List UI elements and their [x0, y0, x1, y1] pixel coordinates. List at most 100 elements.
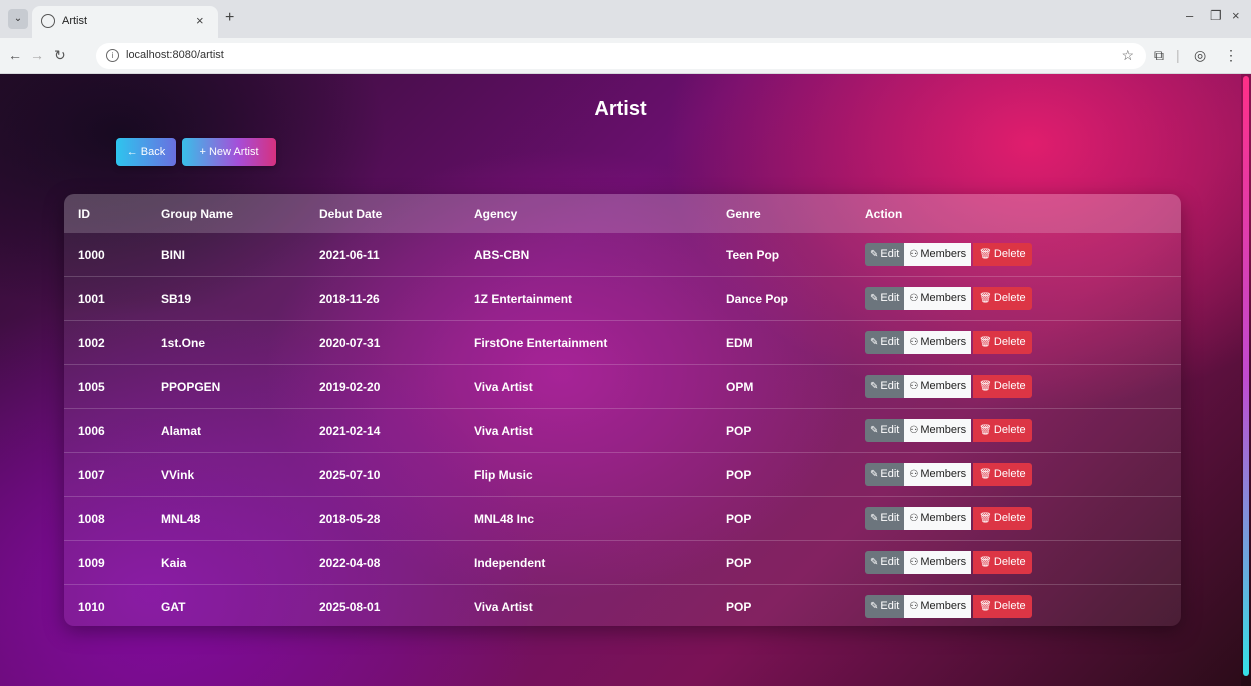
members-button[interactable]: ⚇ Members [904, 419, 972, 442]
browser-tab[interactable]: Artist × [32, 6, 218, 38]
row-actions: ✎ Edit ⚇ Members 🗑 Delete [865, 463, 1032, 486]
members-button[interactable]: ⚇ Members [904, 287, 972, 310]
reload-icon[interactable]: ↻ [54, 47, 66, 64]
edit-label: Edit [880, 292, 900, 304]
cell-genre: EDM [726, 336, 753, 350]
table-row: 1010 GAT 2025-08-01 Viva Artist POP ✎ Edi… [64, 584, 1181, 626]
row-actions: ✎ Edit ⚇ Members 🗑 Delete [865, 375, 1032, 398]
delete-button[interactable]: 🗑 Delete [973, 375, 1032, 398]
restore-icon[interactable]: ❐ [1210, 8, 1222, 24]
cell-genre: Dance Pop [726, 292, 789, 306]
edit-button[interactable]: ✎ Edit [865, 507, 905, 530]
close-tab-icon[interactable]: × [196, 13, 204, 28]
delete-button[interactable]: 🗑 Delete [973, 463, 1032, 486]
row-actions: ✎ Edit ⚇ Members 🗑 Delete [865, 595, 1032, 618]
header-debut-date: Debut Date [319, 207, 383, 221]
bookmark-star-icon[interactable]: ☆ [1121, 47, 1134, 64]
toolbar-divider: | [1176, 47, 1180, 63]
header-group-name: Group Name [161, 207, 234, 221]
delete-button[interactable]: 🗑 Delete [973, 507, 1032, 530]
cell-group-name: VVink [161, 468, 195, 482]
pencil-icon: ✎ [870, 381, 879, 392]
edit-label: Edit [880, 336, 900, 348]
cell-debut-date: 2022-04-08 [319, 556, 381, 570]
people-icon: ⚇ [909, 469, 919, 480]
members-label: Members [920, 512, 967, 524]
browser-tab-bar: ⌄ Artist × + – ❐ × [0, 0, 1251, 38]
cell-agency: Independent [474, 556, 546, 570]
members-button[interactable]: ⚇ Members [904, 507, 972, 530]
people-icon: ⚇ [909, 293, 919, 304]
members-button[interactable]: ⚇ Members [904, 331, 972, 354]
cell-group-name: Kaia [161, 556, 187, 570]
row-actions: ✎ Edit ⚇ Members 🗑 Delete [865, 287, 1032, 310]
header-action: Action [865, 207, 903, 221]
delete-button[interactable]: 🗑 Delete [973, 331, 1032, 354]
back-button[interactable]: ← Back [116, 138, 176, 166]
artist-table: ID Group Name Debut Date Agency Genre Ac… [64, 194, 1181, 626]
cell-agency: FirstOne Entertainment [474, 336, 608, 350]
site-info-icon[interactable]: i [106, 49, 119, 62]
forward-arrow-icon[interactable]: → [30, 47, 44, 63]
edit-button[interactable]: ✎ Edit [865, 551, 905, 574]
delete-button[interactable]: 🗑 Delete [973, 287, 1032, 310]
table-row: 1006 Alamat 2021-02-14 Viva Artist POP ✎… [64, 408, 1181, 452]
members-label: Members [920, 600, 967, 612]
members-label: Members [920, 468, 967, 480]
people-icon: ⚇ [909, 381, 919, 392]
members-button[interactable]: ⚇ Members [904, 243, 972, 266]
members-button[interactable]: ⚇ Members [904, 375, 972, 398]
delete-button[interactable]: 🗑 Delete [973, 551, 1032, 574]
delete-button[interactable]: 🗑 Delete [973, 595, 1032, 618]
delete-button[interactable]: 🗑 Delete [973, 419, 1032, 442]
trash-icon: 🗑 [979, 601, 992, 612]
edit-button[interactable]: ✎ Edit [865, 287, 905, 310]
table-row: 1007 VVink 2025-07-10 Flip Music POP ✎ Ed… [64, 452, 1181, 496]
cell-id: 1005 [78, 380, 105, 394]
profile-icon[interactable]: ◎ [1194, 47, 1206, 64]
members-button[interactable]: ⚇ Members [904, 463, 972, 486]
members-button[interactable]: ⚇ Members [904, 551, 972, 574]
menu-kebab-icon[interactable]: ⋮ [1224, 47, 1238, 64]
cell-genre: Teen Pop [726, 248, 780, 262]
trash-icon: 🗑 [979, 381, 992, 392]
table-row: 1002 1st.One 2020-07-31 FirstOne Enterta… [64, 320, 1181, 364]
edit-label: Edit [880, 556, 900, 568]
edit-label: Edit [880, 380, 900, 392]
minimize-icon[interactable]: – [1186, 8, 1193, 23]
edit-button[interactable]: ✎ Edit [865, 375, 905, 398]
cell-genre: POP [726, 556, 752, 570]
extensions-icon[interactable]: ⧉ [1154, 47, 1164, 64]
tab-search-button[interactable]: ⌄ [8, 9, 28, 29]
back-arrow-icon[interactable]: ← [8, 47, 22, 63]
edit-button[interactable]: ✎ Edit [865, 595, 905, 618]
members-label: Members [920, 336, 967, 348]
trash-icon: 🗑 [979, 469, 992, 480]
edit-label: Edit [880, 248, 900, 260]
cell-genre: POP [726, 600, 752, 614]
omnibox[interactable]: i localhost:8080/artist ☆ [96, 43, 1146, 69]
new-artist-button[interactable]: + New Artist [182, 138, 276, 166]
cell-debut-date: 2020-07-31 [319, 336, 381, 350]
edit-button[interactable]: ✎ Edit [865, 243, 905, 266]
scrollbar-thumb[interactable] [1243, 76, 1249, 676]
close-window-icon[interactable]: × [1232, 8, 1240, 23]
trash-icon: 🗑 [979, 249, 992, 260]
row-actions: ✎ Edit ⚇ Members 🗑 Delete [865, 331, 1032, 354]
cell-group-name: Alamat [161, 424, 202, 438]
delete-button[interactable]: 🗑 Delete [973, 243, 1032, 266]
cell-group-name: MNL48 [161, 512, 201, 526]
edit-button[interactable]: ✎ Edit [865, 331, 905, 354]
url-text[interactable]: localhost:8080/artist [126, 49, 224, 61]
members-label: Members [920, 556, 967, 568]
arrow-left-icon: ← [126, 146, 141, 158]
header-genre: Genre [726, 207, 761, 221]
page-scrollbar[interactable] [1241, 74, 1251, 686]
members-button[interactable]: ⚇ Members [904, 595, 972, 618]
trash-icon: 🗑 [979, 425, 992, 436]
page-content: Artist ← Back + New Artist ID Group Name… [0, 74, 1251, 686]
new-tab-icon[interactable]: + [225, 9, 234, 27]
cell-id: 1010 [78, 600, 105, 614]
edit-button[interactable]: ✎ Edit [865, 419, 905, 442]
edit-button[interactable]: ✎ Edit [865, 463, 905, 486]
